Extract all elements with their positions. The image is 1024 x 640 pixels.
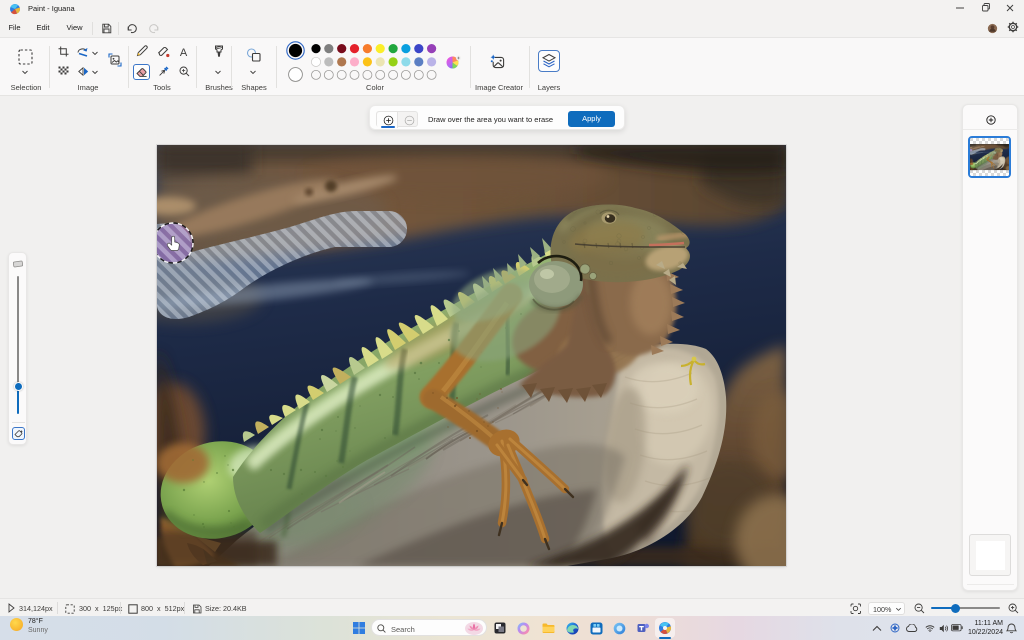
svg-text:A: A [180, 47, 188, 57]
